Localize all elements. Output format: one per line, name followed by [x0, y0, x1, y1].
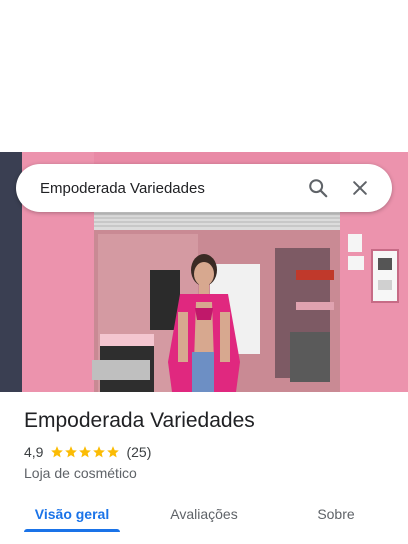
star-icon [107, 446, 120, 458]
search-input[interactable]: Empoderada Variedades [40, 180, 294, 197]
tab-reviews[interactable]: Avaliações [160, 496, 248, 532]
tab-label: Sobre [317, 506, 355, 522]
star-icon [65, 446, 78, 458]
close-icon[interactable] [342, 170, 378, 206]
search-icon[interactable] [300, 170, 336, 206]
star-icon [79, 446, 92, 458]
search-bar[interactable]: Empoderada Variedades [16, 164, 392, 212]
rating-value: 4,9 [24, 444, 44, 460]
review-count[interactable]: (25) [126, 444, 151, 460]
active-tab-indicator [24, 529, 120, 532]
place-title: Empoderada Variedades [24, 409, 255, 432]
rating-stars [50, 445, 120, 459]
place-category: Loja de cosmético [24, 465, 137, 481]
tab-label: Visão geral [34, 506, 110, 522]
tab-about[interactable]: Sobre [300, 496, 372, 532]
tab-label: Avaliações [170, 506, 238, 522]
star-icon [51, 446, 64, 458]
tab-overview[interactable]: Visão geral [24, 496, 120, 532]
tab-bar: Visão geral Avaliações Sobre [0, 496, 408, 544]
star-icon [93, 446, 106, 458]
rating-row[interactable]: 4,9 (25) [24, 444, 151, 460]
